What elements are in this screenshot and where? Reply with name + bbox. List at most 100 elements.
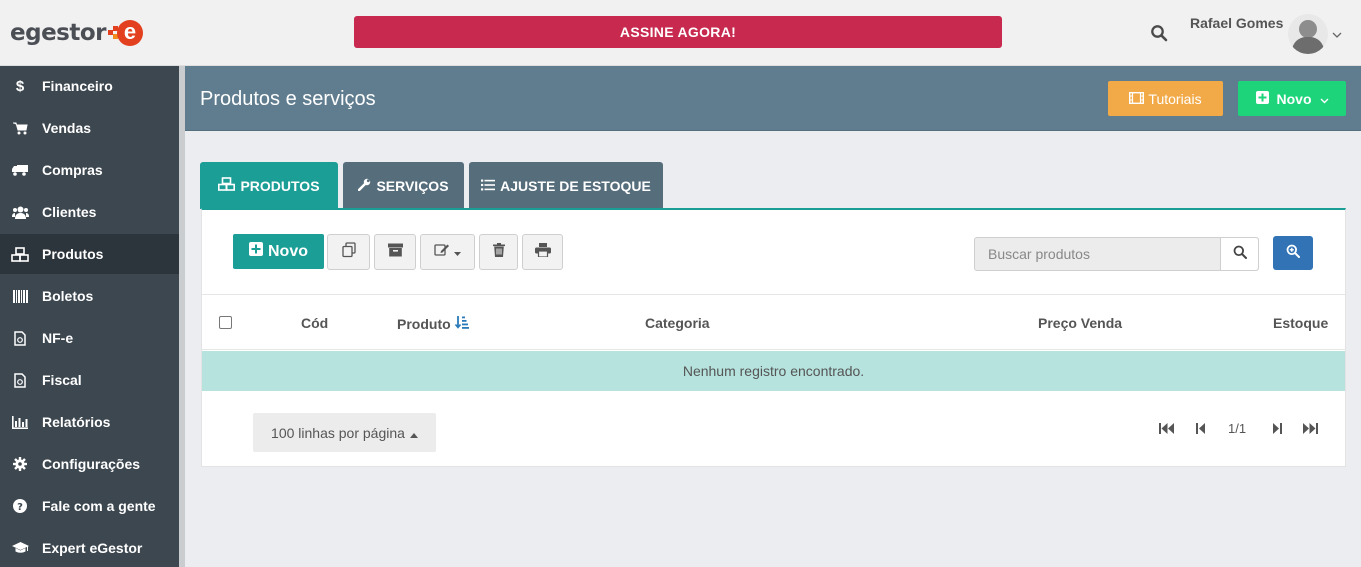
caret-down-icon	[454, 243, 461, 261]
advanced-search-button[interactable]	[1273, 236, 1313, 270]
tab-label: PRODUTOS	[240, 177, 320, 194]
caret-up-icon	[409, 425, 418, 441]
sidebar-item-clientes[interactable]: Clientes	[0, 192, 179, 232]
zoom-in-icon	[1286, 244, 1300, 263]
empty-table-message: Nenhum registro encontrado.	[202, 351, 1345, 391]
page-indicator: 1/1	[1228, 421, 1247, 436]
next-page-button[interactable]	[1272, 423, 1282, 434]
sidebar-item-label: Fale com a gente	[42, 498, 156, 514]
print-button[interactable]	[522, 234, 563, 270]
sidebar-item-compras[interactable]: Compras	[0, 150, 179, 190]
trash-icon	[492, 242, 505, 262]
archive-icon	[387, 243, 403, 262]
chevron-down-icon	[1320, 91, 1329, 107]
sidebar-item-configuracoes[interactable]: Configurações	[0, 444, 179, 484]
film-icon	[1129, 91, 1145, 107]
column-header-categoria[interactable]: Categoria	[645, 315, 710, 331]
last-page-button[interactable]	[1302, 423, 1318, 434]
previous-page-button[interactable]	[1196, 423, 1206, 434]
search-icon	[1233, 245, 1247, 264]
page-header: Produtos e serviços Tutoriais Novo	[185, 66, 1361, 131]
new-dropdown-button[interactable]: Novo	[1238, 81, 1346, 116]
tab-label: SERVIÇOS	[376, 177, 449, 194]
copy-icon	[341, 241, 357, 263]
column-label: Produto	[397, 315, 451, 332]
sidebar-item-fale-com-a-gente[interactable]: ? Fale com a gente	[0, 486, 179, 526]
column-label: Preço Venda	[1038, 315, 1123, 331]
sidebar-item-label: Vendas	[42, 120, 92, 136]
cubes-icon	[218, 177, 236, 194]
sidebar-item-expert-egestor[interactable]: Expert eGestor	[0, 528, 179, 567]
file-icon	[11, 330, 29, 346]
svg-text:?: ?	[17, 502, 23, 513]
subscribe-now-button[interactable]: ASSINE AGORA!	[354, 16, 1002, 48]
tab-label: AJUSTE DE ESTOQUE	[500, 177, 651, 194]
search-box	[974, 237, 1259, 271]
barcode-icon	[11, 288, 29, 304]
logo-text: egestor	[10, 20, 107, 46]
sidebar-item-label: Compras	[42, 162, 103, 178]
column-header-cod[interactable]: Cód	[301, 315, 328, 331]
search-icon[interactable]	[1150, 24, 1170, 44]
list-icon	[481, 178, 496, 194]
question-icon: ?	[11, 498, 29, 514]
products-panel: Novo Buscar produtos Cód Produto Categor…	[201, 208, 1346, 467]
sidebar-item-relatorios[interactable]: Relatórios	[0, 402, 179, 442]
sidebar-item-label: Relatórios	[42, 414, 111, 430]
print-icon	[534, 242, 551, 262]
edit-dropdown-button[interactable]	[420, 234, 475, 270]
sidebar-scrollbar[interactable]	[179, 66, 185, 567]
bar-chart-icon	[11, 414, 29, 430]
sidebar-item-label: Expert eGestor	[42, 540, 143, 556]
cart-icon	[11, 120, 29, 136]
sidebar-item-label: Financeiro	[42, 78, 113, 94]
column-header-preco-venda[interactable]: Preço Venda	[1038, 315, 1122, 331]
sidebar-item-boletos[interactable]: Boletos	[0, 276, 179, 316]
duplicate-button[interactable]	[327, 234, 370, 270]
table-header: Cód Produto Categoria Preço Venda Estoqu…	[202, 294, 1345, 350]
file-icon	[11, 372, 29, 388]
sidebar-item-label: Clientes	[42, 204, 97, 220]
column-header-produto[interactable]: Produto	[397, 315, 469, 332]
top-bar: egestor e ASSINE AGORA! Rafael Gomes	[0, 0, 1361, 66]
plus-square-icon	[1255, 90, 1269, 107]
user-name[interactable]: Rafael Gomes	[1190, 15, 1283, 31]
select-all-checkbox[interactable]	[219, 316, 232, 329]
sidebar-item-label: Fiscal	[42, 372, 82, 388]
column-label: Estoque	[1273, 315, 1329, 331]
sidebar-item-fiscal[interactable]: Fiscal	[0, 360, 179, 400]
edit-icon	[434, 242, 450, 262]
sidebar: $ Financeiro Vendas Compras Clientes Pro…	[0, 66, 179, 567]
new-label: Novo	[1276, 90, 1312, 107]
search-button[interactable]	[1220, 238, 1258, 270]
column-label: Cód	[301, 315, 329, 331]
column-header-estoque[interactable]: Estoque	[1273, 315, 1328, 331]
column-label: Categoria	[645, 315, 710, 331]
sort-ascending-icon	[454, 315, 469, 332]
search-input[interactable]	[975, 238, 1220, 270]
sidebar-item-produtos[interactable]: Produtos	[0, 234, 179, 274]
rows-per-page-label: 100 linhas por página	[271, 424, 405, 441]
first-page-button[interactable]	[1159, 423, 1175, 434]
archive-button[interactable]	[374, 234, 416, 270]
tab-produtos[interactable]: PRODUTOS	[200, 162, 338, 209]
tutorials-button[interactable]: Tutoriais	[1108, 81, 1223, 116]
sidebar-item-vendas[interactable]: Vendas	[0, 108, 179, 148]
sidebar-item-financeiro[interactable]: $ Financeiro	[0, 66, 179, 106]
avatar[interactable]	[1288, 14, 1328, 54]
sidebar-item-label: Boletos	[42, 288, 94, 304]
plus-square-icon	[249, 242, 263, 261]
tab-servicos[interactable]: SERVIÇOS	[343, 162, 464, 209]
sidebar-item-nfe[interactable]: NF-e	[0, 318, 179, 358]
gear-icon	[11, 456, 29, 472]
add-product-button[interactable]: Novo	[233, 234, 324, 269]
delete-button[interactable]	[479, 234, 518, 270]
egestor-logo[interactable]: egestor e	[10, 17, 148, 49]
tab-ajuste-de-estoque[interactable]: AJUSTE DE ESTOQUE	[469, 162, 663, 209]
cubes-icon	[11, 246, 29, 262]
rows-per-page-select[interactable]: 100 linhas por página	[253, 413, 436, 452]
tutorials-label: Tutoriais	[1148, 90, 1202, 107]
sidebar-item-label: Configurações	[42, 456, 141, 472]
chevron-down-icon[interactable]	[1332, 26, 1342, 38]
page-title: Produtos e serviços	[200, 88, 376, 110]
